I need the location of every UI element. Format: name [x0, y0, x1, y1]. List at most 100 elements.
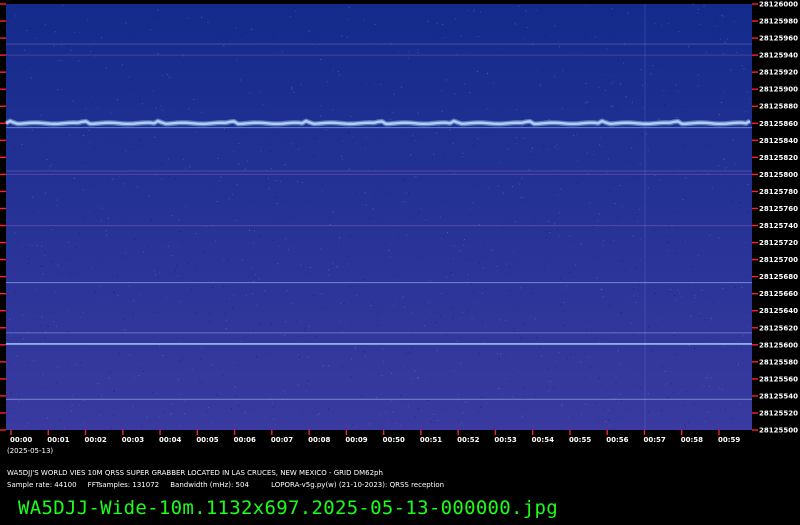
- noise-pixel: [92, 53, 93, 55]
- noise-pixel: [566, 285, 568, 287]
- noise-pixel: [75, 207, 77, 209]
- noise-pixel: [534, 318, 536, 320]
- noise-pixel: [27, 362, 29, 364]
- noise-pixel: [202, 347, 204, 349]
- noise-pixel: [336, 266, 338, 268]
- noise-pixel: [225, 4, 227, 6]
- noise-pixel: [358, 180, 360, 182]
- noise-pixel: [310, 77, 312, 79]
- noise-pixel: [136, 186, 138, 188]
- noise-pixel: [467, 311, 469, 313]
- noise-pixel: [599, 264, 601, 266]
- noise-pixel: [134, 238, 136, 240]
- noise-pixel: [531, 153, 533, 155]
- noise-pixel: [402, 132, 404, 134]
- noise-pixel: [516, 143, 518, 145]
- noise-pixel: [388, 112, 390, 114]
- noise-pixel: [161, 75, 163, 76]
- noise-pixel: [414, 370, 416, 372]
- noise-pixel: [78, 31, 80, 33]
- noise-pixel: [617, 60, 619, 61]
- noise-pixel: [345, 321, 347, 323]
- noise-pixel: [341, 244, 342, 246]
- noise-pixel: [654, 22, 656, 24]
- noise-pixel: [650, 73, 652, 75]
- noise-pixel: [88, 40, 90, 41]
- noise-pixel: [61, 251, 63, 253]
- noise-pixel: [687, 97, 689, 99]
- noise-pixel: [226, 41, 227, 43]
- noise-pixel: [350, 376, 352, 378]
- noise-pixel: [252, 293, 253, 294]
- noise-pixel: [372, 208, 374, 210]
- noise-pixel: [620, 312, 622, 314]
- noise-pixel: [382, 348, 384, 350]
- noise-pixel: [272, 402, 274, 404]
- noise-pixel: [141, 103, 143, 105]
- noise-pixel: [497, 185, 499, 187]
- noise-pixel: [234, 386, 236, 388]
- noise-pixel: [320, 58, 322, 60]
- noise-pixel: [584, 36, 586, 38]
- noise-pixel: [493, 177, 495, 179]
- noise-pixel: [271, 380, 273, 382]
- noise-pixel: [732, 139, 734, 141]
- noise-pixel: [14, 146, 16, 148]
- noise-pixel: [328, 22, 330, 24]
- noise-pixel: [320, 115, 322, 117]
- noise-pixel: [133, 37, 135, 39]
- noise-pixel: [670, 383, 672, 385]
- noise-pixel: [683, 145, 685, 147]
- noise-pixel: [293, 91, 295, 93]
- noise-pixel: [24, 49, 26, 51]
- noise-pixel: [103, 297, 105, 298]
- noise-pixel: [601, 146, 603, 147]
- noise-pixel: [480, 256, 482, 258]
- noise-pixel: [453, 245, 455, 247]
- noise-pixel: [287, 249, 289, 250]
- noise-pixel: [377, 325, 379, 327]
- noise-pixel: [350, 236, 352, 238]
- noise-pixel: [690, 266, 692, 268]
- noise-pixel: [69, 134, 71, 136]
- noise-pixel: [668, 291, 670, 293]
- noise-pixel: [117, 294, 119, 296]
- noise-pixel: [87, 70, 89, 72]
- noise-pixel: [332, 262, 334, 264]
- noise-pixel: [617, 109, 619, 111]
- noise-pixel: [297, 354, 299, 356]
- noise-pixel: [56, 325, 58, 327]
- noise-pixel: [57, 263, 59, 265]
- noise-pixel: [241, 259, 243, 261]
- noise-pixel: [309, 267, 311, 268]
- noise-pixel: [410, 352, 412, 354]
- noise-pixel: [585, 83, 587, 84]
- noise-pixel: [39, 265, 41, 267]
- y-tick-label: 28125920: [759, 69, 798, 77]
- noise-pixel: [685, 331, 687, 333]
- noise-pixel: [316, 41, 318, 43]
- noise-pixel: [90, 51, 92, 53]
- noise-pixel: [477, 81, 478, 83]
- noise-pixel: [151, 219, 152, 221]
- noise-pixel: [224, 313, 226, 315]
- noise-pixel: [745, 241, 747, 243]
- noise-pixel: [570, 353, 572, 355]
- noise-pixel: [132, 89, 134, 91]
- noise-pixel: [516, 109, 518, 111]
- noise-pixel: [152, 392, 153, 394]
- x-tick-label: 00:59: [718, 436, 740, 444]
- y-tick-label: 28125840: [759, 137, 798, 145]
- noise-pixel: [85, 162, 87, 164]
- noise-pixel: [461, 158, 463, 160]
- noise-pixel: [291, 88, 293, 90]
- noise-pixel: [535, 394, 537, 396]
- noise-pixel: [392, 52, 394, 54]
- y-tick-label: 28125680: [759, 273, 798, 281]
- noise-pixel: [99, 17, 101, 19]
- noise-pixel: [54, 31, 56, 33]
- noise-pixel: [452, 318, 453, 320]
- noise-pixel: [205, 226, 207, 228]
- noise-pixel: [739, 207, 741, 209]
- noise-pixel: [226, 319, 228, 321]
